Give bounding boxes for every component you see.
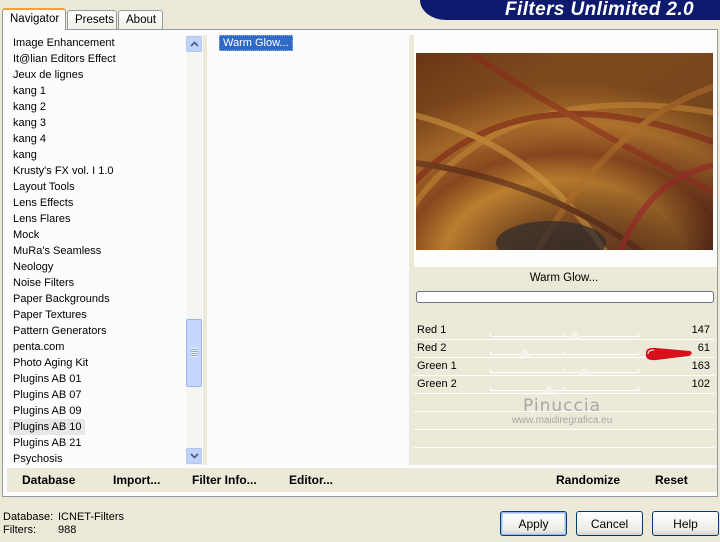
filters-count-label: Filters: xyxy=(3,524,36,536)
help-button[interactable]: Help xyxy=(652,511,719,536)
category-item[interactable]: MuRa's Seamless xyxy=(9,243,187,259)
signature-logo xyxy=(642,345,694,362)
randomize-button[interactable]: Randomize xyxy=(556,473,620,487)
tab-presets[interactable]: Presets xyxy=(67,10,117,29)
slider-tick xyxy=(564,387,565,391)
category-item[interactable]: Krusty's FX vol. I 1.0 xyxy=(9,163,187,179)
param-slider[interactable] xyxy=(490,351,639,355)
filter-item-warm-glow[interactable]: Warm Glow... xyxy=(219,35,293,51)
param-label: Green 1 xyxy=(417,360,457,372)
slider-thumb[interactable] xyxy=(518,349,533,357)
watermark-name: Pinuccia xyxy=(523,396,601,416)
category-item[interactable]: Image Enhancement xyxy=(9,35,187,51)
slider-tick xyxy=(490,351,491,355)
slider-tick xyxy=(638,351,639,355)
slider-tick xyxy=(490,369,491,373)
category-item[interactable]: Plugins AB 07 xyxy=(9,387,187,403)
category-item[interactable]: Plugins AB 09 xyxy=(9,403,187,419)
cancel-button[interactable]: Cancel xyxy=(576,511,643,536)
param-value: 147 xyxy=(691,324,710,336)
editor-button[interactable]: Editor... xyxy=(289,473,333,487)
filter-list[interactable]: Warm Glow... xyxy=(210,35,408,465)
category-item[interactable]: Photo Aging Kit xyxy=(9,355,187,371)
progress-bar xyxy=(416,291,714,303)
category-item[interactable]: Layout Tools xyxy=(9,179,187,195)
slider-thumb[interactable] xyxy=(577,367,592,375)
app-title: Filters Unlimited 2.0 xyxy=(505,0,694,20)
slider-tick xyxy=(638,369,639,373)
slider-tick xyxy=(638,387,639,391)
param-value: 163 xyxy=(691,360,710,372)
param-slider[interactable] xyxy=(490,369,639,373)
chevron-up-icon xyxy=(189,41,199,47)
import-button[interactable]: Import... xyxy=(113,473,160,487)
tab-about[interactable]: About xyxy=(118,10,163,29)
chevron-down-icon xyxy=(189,453,199,459)
selected-filter-name: Warm Glow... xyxy=(529,272,599,284)
slider-thumb[interactable] xyxy=(542,385,557,393)
database-value: ICNET-Filters xyxy=(58,511,124,523)
category-item[interactable]: Psychosis xyxy=(9,451,187,465)
preview-image xyxy=(416,53,713,250)
category-item[interactable]: Paper Textures xyxy=(9,307,187,323)
slider-tick xyxy=(564,351,565,355)
param-row: Red 1 147 xyxy=(414,322,714,340)
param-label: Green 2 xyxy=(417,378,457,390)
action-bar: Database Import... Filter Info... Editor… xyxy=(7,468,717,492)
scroll-down-button[interactable] xyxy=(186,448,202,464)
param-label: Red 1 xyxy=(417,324,447,336)
slider-tick xyxy=(638,333,639,337)
category-item[interactable]: kang 1 xyxy=(9,83,187,99)
scroll-thumb[interactable] xyxy=(186,319,202,387)
database-label: Database: xyxy=(3,511,54,523)
category-item[interactable]: Lens Flares xyxy=(9,211,187,227)
watermark-url: www.maidiregrafica.eu xyxy=(511,415,613,426)
param-row: Green 2 102 xyxy=(414,376,714,394)
reset-button[interactable]: Reset xyxy=(655,473,688,487)
slider-tick xyxy=(490,387,491,391)
category-item[interactable]: Lens Effects xyxy=(9,195,187,211)
database-button[interactable]: Database xyxy=(22,473,75,487)
category-item[interactable]: It@lian Editors Effect xyxy=(9,51,187,67)
slider-thumb[interactable] xyxy=(568,331,583,339)
grip-icon xyxy=(191,348,198,357)
category-item[interactable]: kang xyxy=(9,147,187,163)
watermark: Pinuccia www.maidiregrafica.eu xyxy=(472,396,652,426)
title-banner: Filters Unlimited 2.0 xyxy=(420,0,720,20)
category-list[interactable]: Image Enhancement It@lian Editors Effect J… xyxy=(9,35,187,465)
category-item[interactable]: kang 4 xyxy=(9,131,187,147)
param-value: 61 xyxy=(697,342,710,354)
param-value: 102 xyxy=(691,378,710,390)
param-row-empty xyxy=(414,430,714,448)
category-item[interactable]: Neology xyxy=(9,259,187,275)
pane-divider[interactable] xyxy=(203,35,207,465)
category-item[interactable]: Plugins AB 21 xyxy=(9,435,187,451)
category-item[interactable]: Jeux de lignes xyxy=(9,67,187,83)
scroll-up-button[interactable] xyxy=(186,36,202,52)
tab-navigator[interactable]: Navigator xyxy=(2,8,66,30)
category-scrollbar[interactable] xyxy=(186,35,202,465)
param-row-empty xyxy=(414,448,714,466)
slider-tick xyxy=(564,333,565,337)
category-item[interactable]: Pattern Generators xyxy=(9,323,187,339)
slider-tick xyxy=(564,369,565,373)
slider-tick xyxy=(490,333,491,337)
param-slider[interactable] xyxy=(490,333,639,337)
category-item[interactable]: Noise Filters xyxy=(9,275,187,291)
parameter-sliders: Red 1 147 Red 2 61 Green 1 163 Green 2 102 xyxy=(414,322,714,466)
category-item[interactable]: Paper Backgrounds xyxy=(9,291,187,307)
param-label: Red 2 xyxy=(417,342,447,354)
param-slider[interactable] xyxy=(490,387,639,391)
category-item[interactable]: Plugins AB 10 xyxy=(9,419,85,435)
apply-button[interactable]: Apply xyxy=(500,511,567,536)
category-item[interactable]: Mock xyxy=(9,227,187,243)
category-item[interactable]: kang 2 xyxy=(9,99,187,115)
category-item[interactable]: Plugins AB 01 xyxy=(9,371,187,387)
filter-info-button[interactable]: Filter Info... xyxy=(192,473,257,487)
category-item[interactable]: penta.com xyxy=(9,339,187,355)
category-item[interactable]: kang 3 xyxy=(9,115,187,131)
filters-count-value: 988 xyxy=(58,524,77,536)
